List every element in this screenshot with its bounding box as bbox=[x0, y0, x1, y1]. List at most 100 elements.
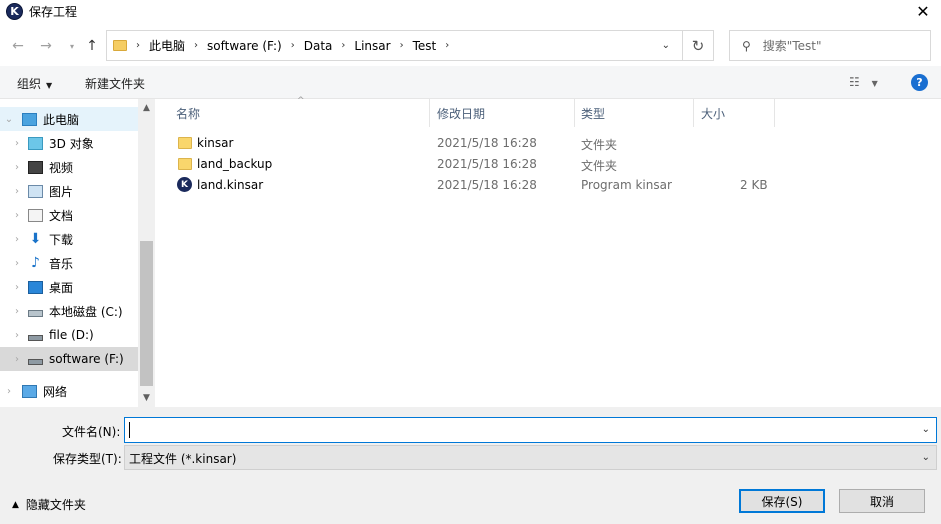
kinsar-file-icon: K bbox=[177, 177, 192, 192]
file-row[interactable]: land_backup 2021/5/18 16:28 文件夹 bbox=[157, 154, 941, 175]
file-row[interactable]: K land.kinsar 2021/5/18 16:28 Program ki… bbox=[157, 175, 941, 196]
nav-item-file-d[interactable]: › file (D:) bbox=[0, 323, 138, 347]
video-icon bbox=[28, 160, 43, 174]
breadcrumb-separator-icon[interactable]: › bbox=[341, 40, 345, 51]
window-title: 保存工程 bbox=[29, 4, 78, 19]
nav-item-label: 3D 对象 bbox=[49, 136, 94, 151]
column-header-label: 大小 bbox=[701, 106, 726, 121]
breadcrumb-separator-icon[interactable]: › bbox=[194, 40, 198, 51]
folder-icon bbox=[178, 137, 192, 149]
chevron-right-icon[interactable]: › bbox=[10, 162, 24, 173]
chevron-right-icon[interactable]: › bbox=[10, 138, 24, 149]
breadcrumb-this-pc[interactable]: 此电脑 bbox=[149, 37, 185, 54]
save-form: 文件名(N): ⌄ 保存类型(T): 工程文件 (*.kinsar) ⌄ ▲ 隐… bbox=[0, 407, 941, 524]
search-box[interactable]: ⚲ 搜索"Test" bbox=[729, 30, 931, 61]
chevron-right-icon[interactable]: › bbox=[10, 210, 24, 221]
chevron-down-icon[interactable]: ⌄ bbox=[922, 452, 930, 463]
breadcrumb-separator-icon[interactable]: › bbox=[445, 40, 449, 51]
breadcrumb-separator-icon[interactable]: › bbox=[136, 40, 140, 51]
close-icon[interactable]: ✕ bbox=[911, 0, 935, 22]
folder-icon bbox=[178, 158, 192, 170]
nav-item-label: 音乐 bbox=[49, 256, 74, 271]
organize-menu[interactable]: 组织 ▼ bbox=[17, 75, 52, 92]
nav-item-video[interactable]: › 视频 bbox=[0, 155, 138, 179]
nav-item-software-f[interactable]: › software (F:) bbox=[0, 347, 138, 371]
nav-item-label: 文档 bbox=[49, 208, 74, 223]
chevron-right-icon[interactable]: › bbox=[2, 386, 16, 397]
file-date: 2021/5/18 16:28 bbox=[437, 157, 537, 171]
music-icon: ♪ bbox=[31, 254, 40, 271]
file-type: Program kinsar bbox=[581, 178, 672, 192]
chevron-right-icon[interactable]: › bbox=[10, 234, 24, 245]
nav-item-3d-objects[interactable]: › 3D 对象 bbox=[0, 131, 138, 155]
3d-objects-icon bbox=[28, 136, 43, 150]
refresh-icon[interactable]: ↻ bbox=[683, 30, 714, 61]
nav-item-downloads[interactable]: › ⬇ 下载 bbox=[0, 227, 138, 251]
column-header-date[interactable]: 修改日期 bbox=[430, 99, 575, 127]
column-header-label: 名称 bbox=[176, 106, 201, 121]
save-button[interactable]: 保存(S) bbox=[739, 489, 825, 513]
command-bar: 组织 ▼ 新建文件夹 ☷ ▼ ? bbox=[0, 66, 941, 99]
hide-folders-toggle[interactable]: ▲ 隐藏文件夹 bbox=[12, 496, 86, 513]
chevron-right-icon[interactable]: › bbox=[10, 282, 24, 293]
download-icon: ⬇ bbox=[29, 230, 42, 247]
nav-item-this-pc[interactable]: ⌄ 此电脑 bbox=[0, 107, 138, 131]
breadcrumb-separator-icon[interactable]: › bbox=[291, 40, 295, 51]
chevron-down-icon[interactable]: ⌄ bbox=[922, 424, 930, 435]
chevron-right-icon[interactable]: › bbox=[10, 186, 24, 197]
file-date: 2021/5/18 16:28 bbox=[437, 178, 537, 192]
nav-item-label: 图片 bbox=[49, 184, 74, 199]
nav-item-network[interactable]: › 网络 bbox=[0, 379, 138, 403]
organize-label: 组织 bbox=[17, 77, 42, 91]
nav-item-label: 下载 bbox=[49, 232, 74, 247]
back-arrow-icon[interactable]: ← bbox=[8, 36, 28, 56]
column-header-type[interactable]: 类型 bbox=[575, 99, 694, 127]
nav-item-local-disk-c[interactable]: › 本地磁盘 (C:) bbox=[0, 299, 138, 323]
address-dropdown-icon[interactable]: ⌄ bbox=[662, 40, 670, 51]
drive-icon bbox=[28, 335, 43, 341]
chevron-right-icon[interactable]: › bbox=[10, 330, 24, 341]
chevron-right-icon[interactable]: › bbox=[10, 306, 24, 317]
nav-item-desktop[interactable]: › 桌面 bbox=[0, 275, 138, 299]
scroll-down-icon[interactable]: ▼ bbox=[138, 393, 155, 403]
network-icon bbox=[22, 384, 37, 398]
view-options-icon[interactable]: ☷ ▼ bbox=[849, 75, 878, 89]
filetype-select[interactable]: 工程文件 (*.kinsar) ⌄ bbox=[124, 445, 937, 470]
address-bar[interactable]: › 此电脑 › software (F:) › Data › Linsar › … bbox=[106, 30, 683, 61]
chevron-right-icon[interactable]: › bbox=[10, 258, 24, 269]
breadcrumb-linsar[interactable]: Linsar bbox=[354, 39, 390, 53]
scroll-up-icon[interactable]: ▲ bbox=[138, 103, 155, 113]
new-folder-button[interactable]: 新建文件夹 bbox=[85, 75, 145, 92]
help-icon[interactable]: ? bbox=[911, 74, 928, 91]
file-size: 2 KB bbox=[740, 178, 768, 192]
column-header-name[interactable]: 名称 ^ bbox=[157, 96, 430, 127]
column-header-label: 类型 bbox=[581, 106, 606, 121]
title-bar: K 保存工程 ✕ bbox=[0, 0, 941, 22]
cancel-button[interactable]: 取消 bbox=[839, 489, 925, 513]
breadcrumb-data[interactable]: Data bbox=[304, 39, 333, 53]
chevron-right-icon[interactable]: › bbox=[10, 354, 24, 365]
search-placeholder: 搜索"Test" bbox=[762, 39, 822, 53]
breadcrumb-software-f[interactable]: software (F:) bbox=[207, 39, 282, 53]
breadcrumb-separator-icon[interactable]: › bbox=[400, 40, 404, 51]
scrollbar-thumb[interactable] bbox=[140, 241, 153, 386]
recent-locations-chevron-icon[interactable]: ▾ bbox=[62, 36, 82, 56]
file-name: land_backup bbox=[197, 157, 273, 171]
nav-item-documents[interactable]: › 文档 bbox=[0, 203, 138, 227]
chevron-down-icon[interactable]: ⌄ bbox=[2, 114, 16, 125]
up-arrow-icon[interactable]: ↑ bbox=[82, 36, 102, 56]
filename-input[interactable]: ⌄ bbox=[124, 417, 937, 443]
desktop-icon bbox=[28, 280, 43, 294]
navigation-pane: ⌄ 此电脑 › 3D 对象 › 视频 › 图片 › 文档 › ⬇ 下载 › ♪ … bbox=[0, 99, 138, 407]
column-header-size[interactable]: 大小 bbox=[694, 99, 775, 127]
search-icon: ⚲ bbox=[742, 38, 751, 53]
forward-arrow-icon[interactable]: → bbox=[36, 36, 56, 56]
nav-item-music[interactable]: › ♪ 音乐 bbox=[0, 251, 138, 275]
nav-item-label: 桌面 bbox=[49, 280, 74, 295]
nav-item-pictures[interactable]: › 图片 bbox=[0, 179, 138, 203]
breadcrumb-test[interactable]: Test bbox=[413, 39, 437, 53]
file-row[interactable]: kinsar 2021/5/18 16:28 文件夹 bbox=[157, 133, 941, 154]
nav-scrollbar[interactable]: ▲ ▼ bbox=[138, 99, 155, 407]
folder-icon bbox=[113, 40, 127, 51]
file-list: 名称 ^ 修改日期 类型 大小 kinsar 2021/5/18 16:28 文… bbox=[157, 96, 941, 407]
